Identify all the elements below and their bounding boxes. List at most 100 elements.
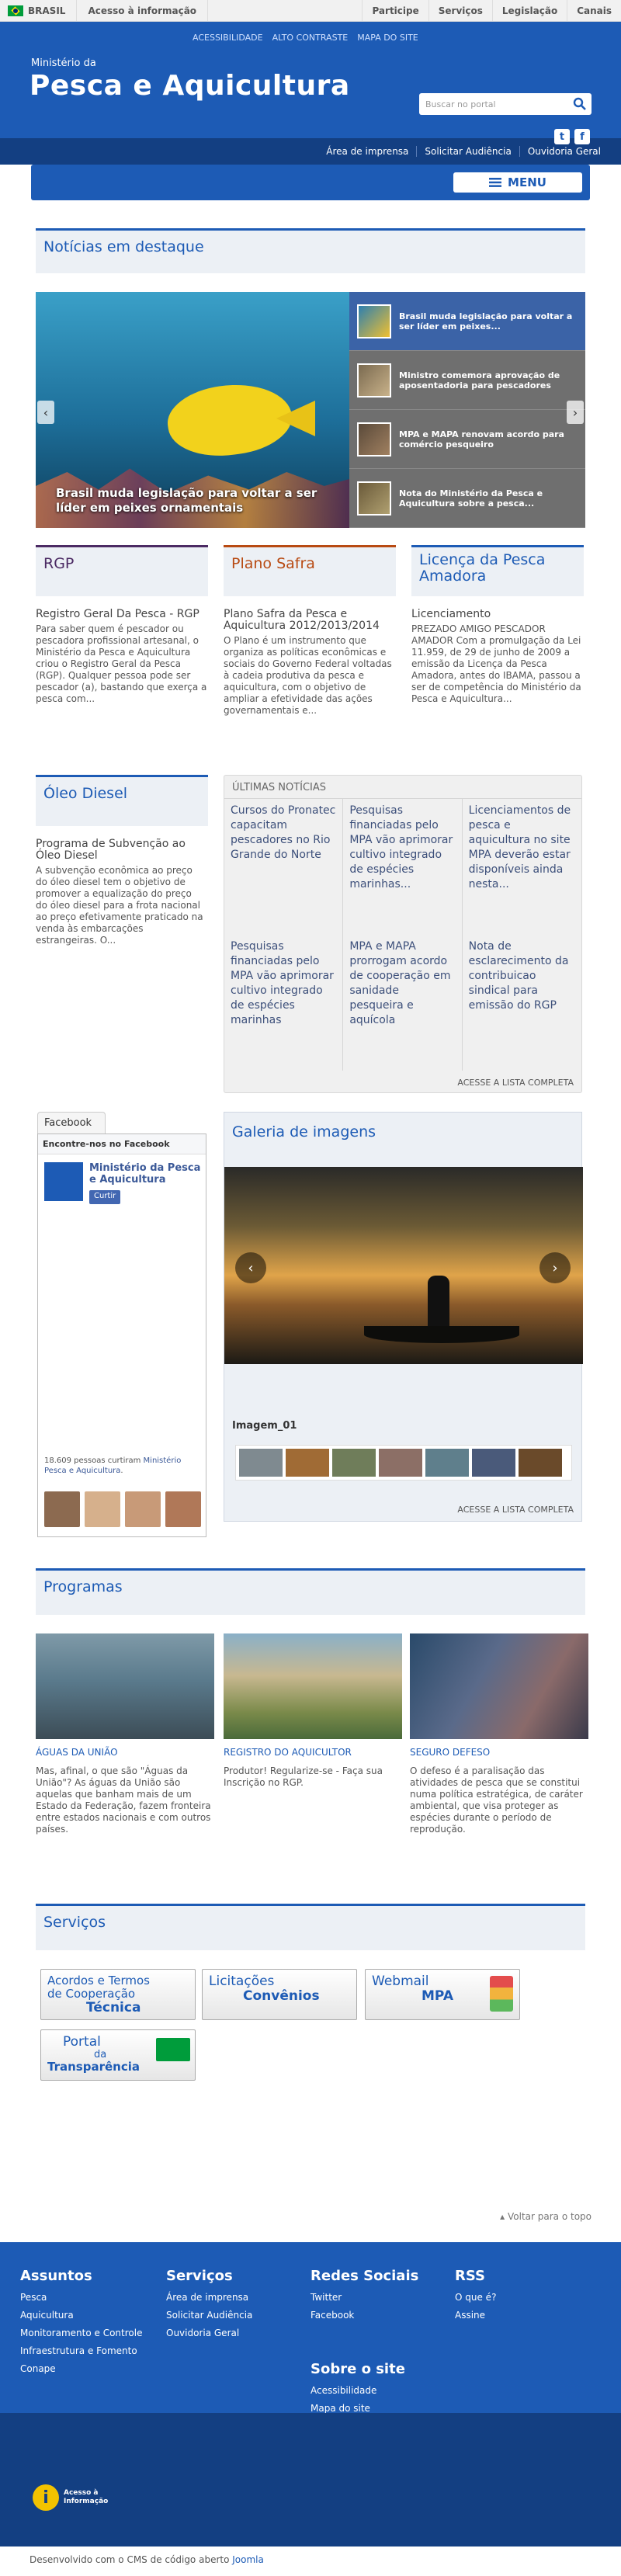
voltar-topo-label: Voltar para o topo — [508, 2211, 592, 2222]
licenca-text: Licenciamento PREZADO AMIGO PESCADOR AMA… — [411, 609, 584, 705]
plano-safra-heading[interactable]: Plano Safra — [224, 545, 396, 596]
licitacoes-convenios-button[interactable]: Licitações Convênios — [202, 1969, 357, 2020]
news-link[interactable]: Cursos do Pronatec capacitam pescadores … — [224, 799, 344, 935]
footer-link[interactable]: O que é? — [455, 2289, 496, 2307]
carousel-prev-button[interactable]: ‹ — [37, 401, 54, 424]
service-label: Transparência — [47, 2060, 140, 2074]
participe-link[interactable]: Participe — [362, 0, 428, 21]
plano-safra-lead[interactable]: Plano Safra da Pesca e Aquicultura 2012/… — [224, 609, 396, 632]
news-link[interactable]: Pesquisas financiadas pelo MPA vão aprim… — [224, 935, 344, 1071]
galeria-caption: Imagem_01 — [232, 1420, 297, 1432]
portal-transparencia-button[interactable]: Portal da Transparência — [40, 2029, 196, 2081]
mpa-logo[interactable] — [44, 1162, 83, 1201]
footer-link[interactable]: Área de imprensa — [166, 2289, 252, 2307]
acesso-informacao-logo[interactable]: i Acesso à Informação — [33, 2484, 108, 2511]
canais-link[interactable]: Canais — [567, 0, 621, 21]
footer-link[interactable]: Twitter — [310, 2289, 418, 2307]
carousel-item[interactable]: Brasil muda legislação para voltar a ser… — [349, 292, 585, 351]
servicos-link[interactable]: Serviços — [428, 0, 492, 21]
registro-aquicultor-title[interactable]: REGISTRO DO AQUICULTOR — [224, 1747, 402, 1758]
licenca-heading[interactable]: Licença da Pesca Amadora — [411, 545, 584, 596]
carousel-item[interactable]: MPA e MAPA renovam acordo para comércio … — [349, 410, 585, 469]
mapa-site-link[interactable]: MAPA DO SITE — [357, 33, 418, 43]
menu-button[interactable]: MENU — [453, 172, 582, 193]
footer-link[interactable]: Ouvidoria Geral — [166, 2324, 252, 2342]
footer-link[interactable]: Infraestrutura e Fomento — [20, 2342, 142, 2360]
twitter-icon[interactable]: t — [554, 129, 570, 144]
footer-link[interactable]: Aquicultura — [20, 2307, 142, 2324]
avatar[interactable] — [85, 1491, 120, 1527]
ultimas-lista-completa-link[interactable]: ACESSE A LISTA COMPLETA — [457, 1078, 574, 1088]
footer-link[interactable]: Monitoramento e Controle — [20, 2324, 142, 2342]
facebook-icon[interactable]: f — [574, 129, 590, 144]
ouvidoria-geral-link[interactable]: Ouvidoria Geral — [519, 146, 609, 157]
thumbnail[interactable] — [425, 1449, 469, 1477]
avatar[interactable] — [165, 1491, 201, 1527]
facebook-page-name[interactable]: Ministério da Pesca e Aquicultura — [89, 1162, 203, 1186]
legislacao-link[interactable]: Legislação — [491, 0, 567, 21]
brasil-link[interactable]: BRASIL — [0, 0, 78, 21]
footer-link[interactable]: Solicitar Audiência — [166, 2307, 252, 2324]
site-title[interactable]: Pesca e Aquicultura — [29, 70, 350, 102]
footer-link[interactable]: Assine — [455, 2307, 496, 2324]
news-link[interactable]: Pesquisas financiadas pelo MPA vão aprim… — [343, 799, 463, 935]
seguro-defeso-title[interactable]: SEGURO DEFESO — [410, 1747, 588, 1758]
solicitar-audiencia-link[interactable]: Solicitar Audiência — [416, 146, 519, 157]
registro-aquicultor-image[interactable] — [224, 1633, 402, 1739]
thumbnail[interactable] — [472, 1449, 515, 1477]
like-count-suffix: . — [120, 1467, 123, 1475]
carousel-next-button[interactable]: › — [567, 401, 584, 424]
info-icon: i — [33, 2484, 59, 2511]
footer-link[interactable]: Acessibilidade — [310, 2382, 405, 2400]
galeria-next-button[interactable]: › — [539, 1252, 571, 1283]
oleo-diesel-lead[interactable]: Programa de Subvenção ao Óleo Diesel — [36, 838, 205, 862]
seguro-defeso-image[interactable] — [410, 1633, 588, 1739]
thumbnail[interactable] — [332, 1449, 376, 1477]
facebook-tab[interactable]: Facebook — [37, 1112, 106, 1134]
carousel-item[interactable]: Ministro comemora aprovação de aposentad… — [349, 351, 585, 410]
carousel-item-title: Ministro comemora aprovação de aposentad… — [399, 370, 560, 391]
thumbnail[interactable] — [239, 1449, 283, 1477]
joomla-link[interactable]: Joomla — [232, 2554, 264, 2565]
acesso-informacao-link[interactable]: Acesso à informação — [77, 0, 209, 21]
search-icon[interactable] — [573, 97, 587, 111]
facebook-like-count: 18.609 pessoas curtiram Ministério Pesca… — [44, 1456, 199, 1476]
avatar[interactable] — [44, 1491, 80, 1527]
galeria-main-image[interactable] — [224, 1167, 583, 1364]
webmail-icon — [490, 1976, 513, 2012]
carousel-caption[interactable]: Brasil muda legislação para voltar a ser… — [56, 486, 335, 516]
footer-link[interactable]: Conape — [20, 2360, 142, 2378]
galeria-prev-button[interactable]: ‹ — [235, 1252, 266, 1283]
avatar[interactable] — [125, 1491, 161, 1527]
area-imprensa-link[interactable]: Área de imprensa — [318, 146, 416, 157]
licenca-lead[interactable]: Licenciamento — [411, 609, 584, 620]
acordos-cooperacao-button[interactable]: Acordos e Termos de Cooperação Técnica — [40, 1969, 196, 2020]
alto-contraste-link[interactable]: ALTO CONTRASTE — [272, 33, 349, 43]
aguas-uniao-image[interactable] — [36, 1633, 214, 1739]
voltar-topo-link[interactable]: ▴ Voltar para o topo — [500, 2211, 592, 2222]
search-field[interactable]: Buscar no portal — [419, 93, 592, 115]
hamburger-icon — [489, 178, 502, 187]
rgp-lead[interactable]: Registro Geral Da Pesca - RGP — [36, 609, 208, 620]
thumbnail[interactable] — [519, 1449, 562, 1477]
rgp-heading[interactable]: RGP — [36, 545, 208, 596]
footer-link[interactable]: Pesca — [20, 2289, 142, 2307]
gov-bar: BRASIL Acesso à informação Participe Ser… — [0, 0, 621, 22]
carousel-item[interactable]: Nota do Ministério da Pesca e Aquicultur… — [349, 469, 585, 528]
facebook-like-button[interactable]: Curtir — [89, 1190, 121, 1204]
galeria-lista-completa-link[interactable]: ACESSE A LISTA COMPLETA — [457, 1505, 574, 1515]
acessibilidade-link[interactable]: ACESSIBILIDADE — [193, 33, 263, 43]
carousel-item-title: Brasil muda legislação para voltar a ser… — [399, 311, 573, 332]
news-link[interactable]: MPA e MAPA prorrogam acordo de cooperaçã… — [343, 935, 463, 1071]
aguas-uniao-title[interactable]: ÁGUAS DA UNIÃO — [36, 1747, 214, 1758]
news-link[interactable]: Licenciamentos de pesca e aquicultura no… — [463, 799, 581, 935]
footer-assuntos: Assuntos Pesca Aquicultura Monitoramento… — [20, 2267, 142, 2378]
webmail-mpa-button[interactable]: Webmail MPA — [365, 1969, 520, 2020]
news-link[interactable]: Nota de esclarecimento da contribuicao s… — [463, 935, 581, 1071]
footer-link[interactable]: Facebook — [310, 2307, 418, 2324]
thumbnail[interactable] — [379, 1449, 422, 1477]
oleo-diesel-heading[interactable]: Óleo Diesel — [36, 775, 208, 826]
carousel-item-title: MPA e MAPA renovam acordo para comércio … — [399, 429, 564, 450]
thumbnail[interactable] — [286, 1449, 329, 1477]
footer-sobre-site: Sobre o site Acessibilidade Mapa do site — [310, 2360, 405, 2418]
